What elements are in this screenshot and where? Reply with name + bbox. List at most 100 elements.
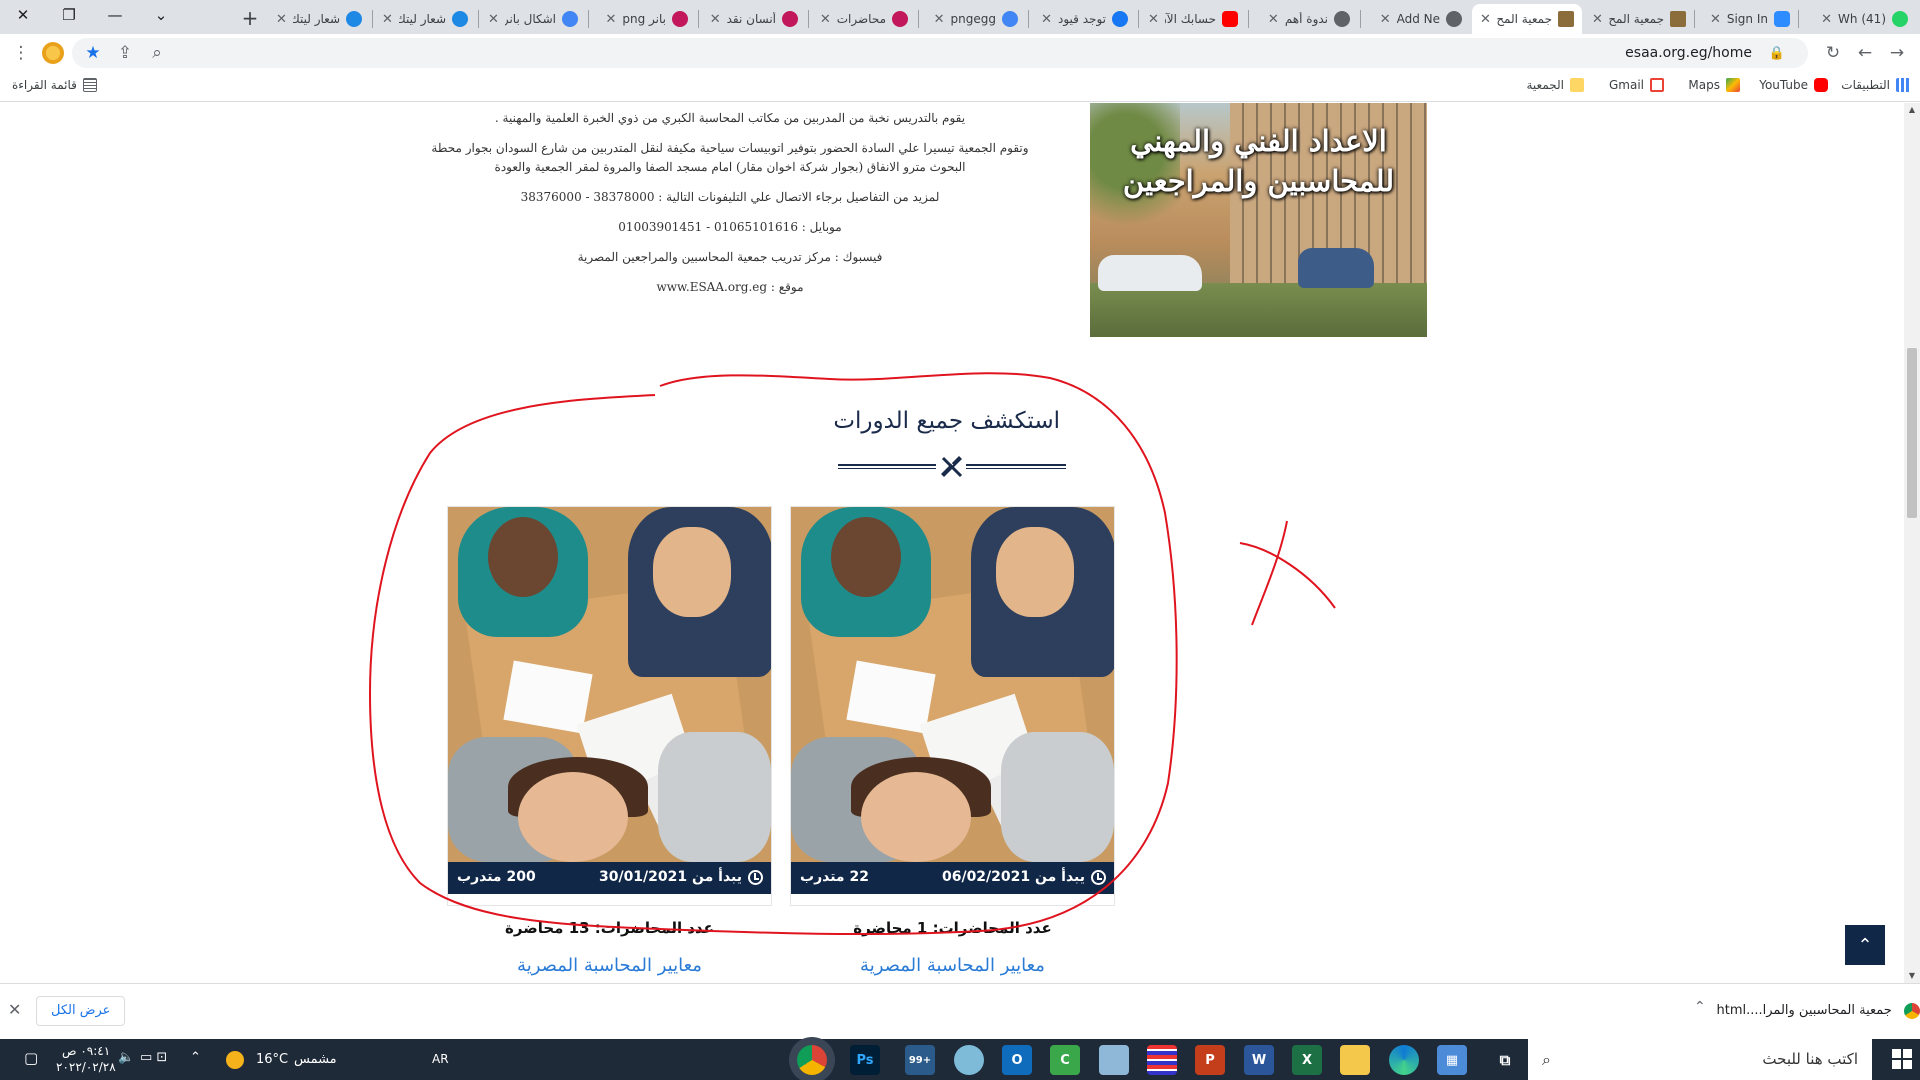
- share-icon[interactable]: ⇪: [110, 38, 140, 68]
- tab-esaa-active[interactable]: جمعية المح ✕: [1472, 4, 1582, 34]
- tab-logo-2[interactable]: شعار ليتك ✕: [268, 4, 370, 34]
- close-tab-icon[interactable]: ✕: [1821, 12, 1832, 27]
- store-icon[interactable]: ▦: [1437, 1045, 1467, 1075]
- camtasia-icon[interactable]: C: [1050, 1045, 1080, 1075]
- tab-logo-1[interactable]: شعار ليتك ✕: [374, 4, 476, 34]
- word-icon[interactable]: W: [1244, 1045, 1274, 1075]
- close-downloads-icon[interactable]: ✕: [8, 1000, 21, 1019]
- lock-icon[interactable]: 🔒: [1762, 38, 1792, 68]
- mail-badge-icon[interactable]: 99+: [905, 1045, 935, 1075]
- new-tab-button[interactable]: +: [236, 4, 264, 32]
- profile-avatar[interactable]: [38, 38, 68, 68]
- input-language[interactable]: AR: [432, 1052, 449, 1066]
- tab-add-new[interactable]: Add Ne ✕: [1362, 4, 1470, 34]
- outlook-icon[interactable]: O: [1002, 1045, 1032, 1075]
- close-tab-icon[interactable]: ✕: [276, 12, 287, 27]
- powerpoint-icon[interactable]: P: [1195, 1045, 1225, 1075]
- tab-banner[interactable]: بانر png ✕: [590, 4, 696, 34]
- show-all-downloads-button[interactable]: عرض الكل: [36, 996, 126, 1026]
- task-view-icon[interactable]: ⧉: [1490, 1045, 1520, 1075]
- tab-seminar[interactable]: ندوة أهم ✕: [1250, 4, 1358, 34]
- address-bar[interactable]: ★ ⇪ ⌕ esaa.org.eg/home 🔒: [72, 38, 1808, 68]
- back-to-top-button[interactable]: ⌃: [1845, 925, 1885, 965]
- clock-date[interactable]: ٢٠٢٢/٠٢/٢٨: [56, 1060, 116, 1074]
- course-title-link[interactable]: معايير المحاسبة المصرية: [791, 955, 1114, 976]
- course-photo[interactable]: [448, 507, 771, 862]
- back-arrow-icon[interactable]: ←: [1850, 38, 1880, 68]
- course-photo[interactable]: [791, 507, 1114, 862]
- course-card[interactable]: يبدأ من 30/01/2021 200 متدرب عدد المحاضر…: [447, 506, 772, 976]
- tray-chevron-icon[interactable]: ⌃: [190, 1050, 201, 1065]
- tab-search-button[interactable]: ⌄: [138, 0, 184, 30]
- clock-time[interactable]: ٠٩:٤١ ص: [62, 1044, 110, 1058]
- close-tab-icon[interactable]: ✕: [1380, 12, 1391, 27]
- close-tab-icon[interactable]: ✕: [382, 12, 393, 27]
- close-tab-icon[interactable]: ✕: [488, 12, 499, 27]
- download-item[interactable]: جمعية المحاسبين والمرا....html: [1690, 996, 1920, 1026]
- esaa-logo-icon: [1670, 11, 1686, 27]
- app-icon[interactable]: [1147, 1045, 1177, 1075]
- bookmark-apps[interactable]: التطبيقات: [1841, 78, 1910, 92]
- edge-icon: [346, 11, 362, 27]
- tab-pngegg[interactable]: pngegg ✕: [920, 4, 1026, 34]
- bookmark-youtube[interactable]: YouTube: [1759, 78, 1828, 92]
- reload-icon[interactable]: ↻: [1818, 38, 1848, 68]
- close-tab-icon[interactable]: ✕: [1041, 12, 1052, 27]
- paint-icon[interactable]: [954, 1045, 984, 1075]
- close-tab-icon[interactable]: ✕: [1592, 12, 1603, 27]
- zoom-lens-icon[interactable]: ⌕: [142, 38, 172, 68]
- scroll-thumb[interactable]: [1907, 348, 1917, 518]
- edge-browser-icon[interactable]: [1389, 1045, 1419, 1075]
- course-title-link[interactable]: معايير المحاسبة المصرية: [448, 955, 771, 976]
- tab-meta[interactable]: توجد قيود ✕: [1030, 4, 1136, 34]
- notifications-icon[interactable]: ▢: [24, 1049, 38, 1067]
- menu-kebab-icon[interactable]: ⋮: [6, 38, 36, 68]
- tray-devices-icon[interactable]: ▭ ⊡: [140, 1050, 167, 1065]
- scroll-down-icon[interactable]: ▼: [1904, 969, 1920, 983]
- white-car-shape: [1098, 255, 1202, 291]
- file-explorer-icon[interactable]: [1340, 1045, 1370, 1075]
- tab-youtube[interactable]: حسابك الآن ✕: [1140, 4, 1246, 34]
- course-trainees: 200 متدرب: [457, 869, 536, 885]
- chrome-taskbar-icon[interactable]: [797, 1045, 827, 1075]
- photoshop-icon[interactable]: Ps: [850, 1045, 880, 1075]
- tab-lectures[interactable]: محاضرات ✕: [810, 4, 916, 34]
- volume-icon[interactable]: 🔈: [118, 1050, 134, 1065]
- close-tab-icon[interactable]: ✕: [1710, 12, 1721, 27]
- tab-label: توجد قيود: [1058, 12, 1106, 26]
- bookmark-star-icon[interactable]: ★: [78, 38, 108, 68]
- bookmark-maps[interactable]: Maps: [1688, 78, 1740, 92]
- tab-esaa-1[interactable]: جمعية المح ✕: [1584, 4, 1694, 34]
- title-divider-right-thin: [966, 468, 1066, 469]
- close-tab-icon[interactable]: ✕: [710, 12, 721, 27]
- page-scrollbar[interactable]: ▲ ▼: [1904, 103, 1920, 983]
- close-tab-icon[interactable]: ✕: [1480, 12, 1491, 27]
- taskbar-search[interactable]: اكتب هنا للبحث ⌕: [1528, 1039, 1872, 1080]
- close-tab-icon[interactable]: ✕: [605, 12, 616, 27]
- bookmark-gmail[interactable]: Gmail: [1609, 78, 1664, 92]
- notepad-icon[interactable]: [1099, 1045, 1129, 1075]
- tab-person[interactable]: أنسان نقد ✕: [700, 4, 806, 34]
- tab-separator: [1360, 10, 1361, 28]
- close-tab-icon[interactable]: ✕: [820, 12, 831, 27]
- windows-start-button[interactable]: [1892, 1049, 1912, 1069]
- close-tab-icon[interactable]: ✕: [1268, 12, 1279, 27]
- weather-text[interactable]: مشمس: [294, 1052, 337, 1067]
- close-tab-icon[interactable]: ✕: [1148, 12, 1159, 27]
- sun-icon[interactable]: [226, 1051, 244, 1069]
- forward-arrow-icon[interactable]: →: [1882, 38, 1912, 68]
- tab-whatsapp[interactable]: (41) Wh ✕: [1800, 4, 1916, 34]
- scroll-up-icon[interactable]: ▲: [1904, 103, 1920, 117]
- bookmark-folder[interactable]: الجمعية: [1526, 78, 1584, 92]
- minimize-window-button[interactable]: —: [92, 0, 138, 30]
- tab-banner-shapes[interactable]: اشكال بانر ✕: [480, 4, 586, 34]
- close-tab-icon[interactable]: ✕: [934, 12, 945, 27]
- tab-sign-in[interactable]: Sign In ✕: [1696, 4, 1798, 34]
- reading-list[interactable]: قائمة القراءة: [12, 78, 97, 92]
- close-window-button[interactable]: ✕: [0, 0, 46, 30]
- restore-window-button[interactable]: ❐: [46, 0, 92, 30]
- weather-temp[interactable]: 16°C: [256, 1052, 288, 1067]
- course-card[interactable]: يبدأ من 06/02/2021 22 متدرب عدد المحاضرا…: [790, 506, 1115, 976]
- excel-icon[interactable]: X: [1292, 1045, 1322, 1075]
- windows-taskbar: اكتب هنا للبحث ⌕ ⧉ ▦ X W P C O 99+ Ps AR…: [0, 1039, 1920, 1080]
